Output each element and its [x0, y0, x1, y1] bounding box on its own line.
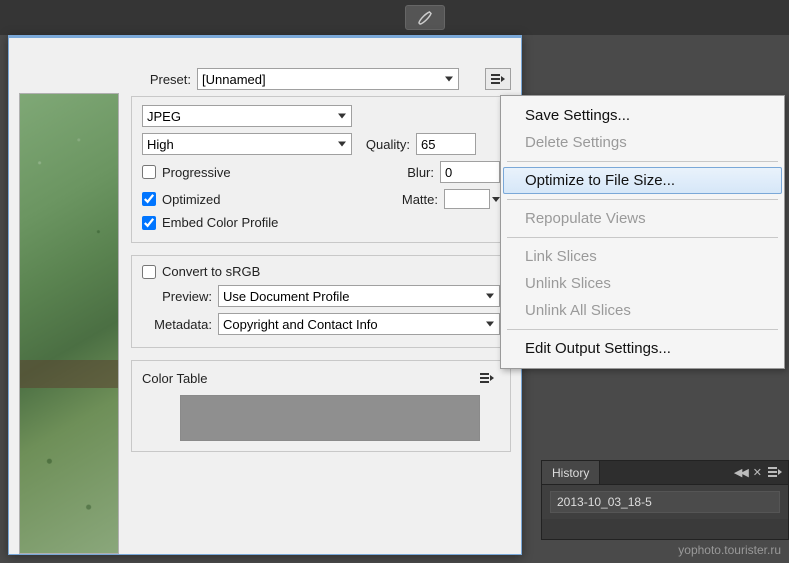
close-icon[interactable]: ✕ — [753, 466, 762, 480]
convert-srgb-label: Convert to sRGB — [162, 264, 260, 279]
settings-column: Preset: [Unnamed] — [131, 68, 511, 554]
quality-label: Quality: — [358, 137, 410, 152]
preview-select[interactable]: Use Document Profile — [218, 285, 500, 307]
menu-repopulate-views: Repopulate Views — [503, 205, 782, 232]
preset-label: Preset: — [131, 72, 191, 87]
preset-select[interactable]: [Unnamed] — [197, 68, 459, 90]
optimized-checkbox[interactable] — [142, 192, 156, 206]
menu-delete-settings: Delete Settings — [503, 129, 782, 156]
preset-context-menu: Save Settings... Delete Settings Optimiz… — [500, 95, 785, 369]
color-table-flyout-button[interactable] — [474, 367, 500, 389]
color-group: Convert to sRGB Preview: Use Document Pr… — [131, 255, 511, 348]
history-panel: History ◀◀ ✕ 2013-10_03_18-5 — [541, 460, 789, 540]
matte-picker[interactable] — [444, 189, 500, 209]
progressive-checkbox-row[interactable]: Progressive — [142, 165, 376, 180]
color-table-label: Color Table — [142, 371, 208, 386]
optimized-label: Optimized — [162, 192, 221, 207]
menu-separator — [507, 329, 778, 330]
quality-input[interactable] — [416, 133, 476, 155]
preview-label: Preview: — [142, 289, 212, 304]
convert-srgb-checkbox[interactable] — [142, 265, 156, 279]
quality-preset-select[interactable]: High — [142, 133, 352, 155]
history-item[interactable]: 2013-10_03_18-5 — [550, 491, 780, 513]
menu-separator — [507, 161, 778, 162]
flyout-menu-icon — [491, 74, 505, 84]
menu-unlink-slices: Unlink Slices — [503, 270, 782, 297]
flyout-menu-icon — [480, 373, 494, 383]
history-tab[interactable]: History — [542, 461, 600, 484]
blur-label: Blur: — [382, 165, 434, 180]
progressive-checkbox[interactable] — [142, 165, 156, 179]
menu-optimize-to-file-size[interactable]: Optimize to File Size... — [503, 167, 782, 194]
progressive-label: Progressive — [162, 165, 231, 180]
menu-link-slices: Link Slices — [503, 243, 782, 270]
blur-input[interactable] — [440, 161, 500, 183]
embed-profile-checkbox[interactable] — [142, 216, 156, 230]
menu-save-settings[interactable]: Save Settings... — [503, 102, 782, 129]
brush-icon — [416, 9, 434, 27]
watermark: yophoto.tourister.ru — [678, 543, 781, 557]
preview-thumbnail — [20, 94, 118, 553]
matte-label: Matte: — [386, 192, 438, 207]
embed-profile-label: Embed Color Profile — [162, 215, 278, 230]
convert-srgb-checkbox-row[interactable]: Convert to sRGB — [142, 264, 260, 279]
panel-flyout-button[interactable] — [768, 466, 782, 480]
menu-separator — [507, 237, 778, 238]
color-table-box — [180, 395, 480, 441]
menu-unlink-all-slices: Unlink All Slices — [503, 297, 782, 324]
chevron-down-icon — [492, 197, 500, 202]
format-group: JPEG High Quality: — [131, 96, 511, 243]
format-select[interactable]: JPEG — [142, 105, 352, 127]
image-preview — [19, 93, 119, 554]
brush-tool-button[interactable] — [405, 5, 445, 30]
collapse-icon[interactable]: ◀◀ — [734, 466, 747, 480]
save-for-web-dialog: Preset: [Unnamed] — [8, 35, 522, 555]
color-table-group: Color Table — [131, 360, 511, 452]
optimized-checkbox-row[interactable]: Optimized — [142, 192, 380, 207]
metadata-label: Metadata: — [142, 317, 212, 332]
embed-profile-checkbox-row[interactable]: Embed Color Profile — [142, 215, 278, 230]
metadata-select[interactable]: Copyright and Contact Info — [218, 313, 500, 335]
matte-swatch — [444, 189, 490, 209]
preset-flyout-button[interactable] — [485, 68, 511, 90]
menu-edit-output-settings[interactable]: Edit Output Settings... — [503, 335, 782, 362]
menu-separator — [507, 199, 778, 200]
